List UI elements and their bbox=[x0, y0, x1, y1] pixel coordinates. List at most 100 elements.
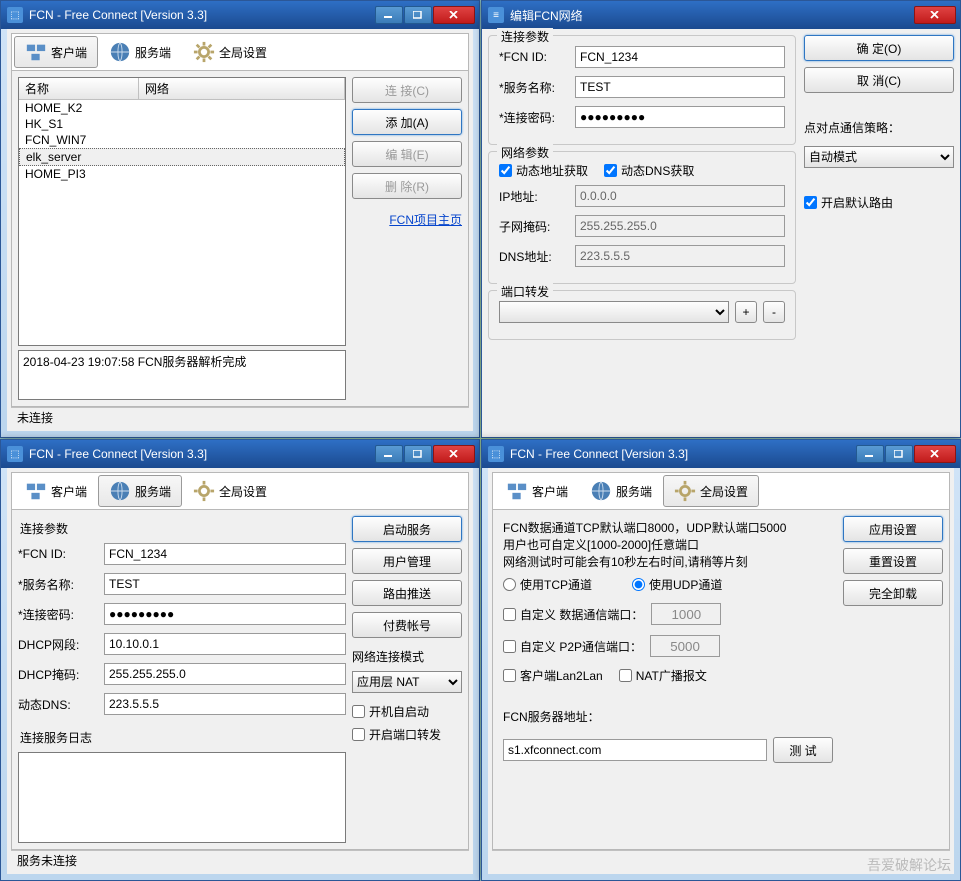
fcn-id-input[interactable] bbox=[575, 46, 785, 68]
maximize-button[interactable] bbox=[404, 445, 432, 463]
client-window: ⬚ FCN - Free Connect [Version 3.3] 客户端 服… bbox=[0, 0, 480, 438]
close-button[interactable] bbox=[914, 6, 956, 24]
user-mgmt-button[interactable]: 用户管理 bbox=[352, 548, 462, 574]
tcp-radio[interactable]: 使用TCP通道 bbox=[503, 576, 592, 593]
server-addr-input[interactable] bbox=[503, 739, 767, 761]
apply-button[interactable]: 应用设置 bbox=[843, 516, 943, 542]
globe-icon bbox=[109, 480, 131, 502]
minimize-button[interactable] bbox=[375, 445, 403, 463]
gear-icon bbox=[674, 480, 696, 502]
ip-input bbox=[575, 185, 785, 207]
tab-strip: 客户端 服务端 全局设置 bbox=[11, 472, 469, 510]
tab-settings[interactable]: 全局设置 bbox=[182, 475, 278, 507]
project-link[interactable]: FCN项目主页 bbox=[389, 213, 462, 227]
titlebar[interactable]: ≡ 编辑FCN网络 bbox=[482, 1, 960, 29]
connect-button[interactable]: 连 接(C) bbox=[352, 77, 462, 103]
dyn-addr-checkbox[interactable]: 动态地址获取 bbox=[499, 162, 588, 179]
dhcp-mask-label: DHCP掩码: bbox=[18, 666, 98, 683]
conn-mode-select[interactable]: 应用层 NAT bbox=[352, 671, 462, 693]
dhcp-mask-input[interactable] bbox=[104, 663, 346, 685]
col-network-header[interactable]: 网络 bbox=[139, 78, 345, 99]
mask-label: 子网掩码: bbox=[499, 218, 569, 235]
dhcp-net-input[interactable] bbox=[104, 633, 346, 655]
test-button[interactable]: 测 试 bbox=[773, 737, 833, 763]
tab-server[interactable]: 服务端 bbox=[579, 475, 663, 507]
gear-icon bbox=[193, 41, 215, 63]
fcn-id-input[interactable] bbox=[104, 543, 346, 565]
minimize-button[interactable] bbox=[856, 445, 884, 463]
list-item[interactable]: HOME_K2 bbox=[19, 100, 345, 116]
tab-client[interactable]: 客户端 bbox=[495, 475, 579, 507]
globe-icon bbox=[590, 480, 612, 502]
portfwd-checkbox[interactable]: 开启端口转发 bbox=[352, 726, 462, 743]
tab-settings[interactable]: 全局设置 bbox=[663, 475, 759, 507]
remove-port-button[interactable]: - bbox=[763, 301, 785, 323]
server-addr-label: FCN服务器地址： bbox=[503, 708, 837, 725]
lan2lan-checkbox[interactable]: 客户端Lan2Lan bbox=[503, 667, 603, 684]
edit-dialog: ≡ 编辑FCN网络 连接参数 *FCN ID: *服务名称: *连接密码: 网络… bbox=[481, 0, 961, 438]
client-icon bbox=[506, 480, 528, 502]
list-item[interactable]: HOME_PI3 bbox=[19, 166, 345, 182]
dns-input bbox=[575, 245, 785, 267]
list-item[interactable]: HK_S1 bbox=[19, 116, 345, 132]
list-item[interactable]: FCN_WIN7 bbox=[19, 132, 345, 148]
p2p-strategy-label: 点对点通信策略： bbox=[804, 119, 954, 136]
col-name-header[interactable]: 名称 bbox=[19, 78, 139, 99]
port-forward-combo[interactable] bbox=[499, 301, 729, 323]
custom-data-checkbox[interactable]: 自定义 数据通信端口： bbox=[503, 606, 643, 623]
close-button[interactable] bbox=[433, 6, 475, 24]
tab-settings[interactable]: 全局设置 bbox=[182, 36, 278, 68]
group-title: 连接参数 bbox=[497, 28, 553, 45]
service-name-input[interactable] bbox=[575, 76, 785, 98]
default-route-checkbox[interactable]: 开启默认路由 bbox=[804, 194, 954, 211]
service-name-label: *服务名称: bbox=[499, 79, 569, 96]
tab-client[interactable]: 客户端 bbox=[14, 36, 98, 68]
close-button[interactable] bbox=[433, 445, 475, 463]
port-forward-group: 端口转发 + - bbox=[488, 290, 796, 340]
custom-p2p-checkbox[interactable]: 自定义 P2P通信端口： bbox=[503, 638, 642, 655]
tab-server[interactable]: 服务端 bbox=[98, 36, 182, 68]
tab-strip: 客户端 服务端 全局设置 bbox=[492, 472, 950, 510]
start-service-button[interactable]: 启动服务 bbox=[352, 516, 462, 542]
network-params-group: 网络参数 动态地址获取 动态DNS获取 IP地址: 子网掩码: DNS地址: bbox=[488, 151, 796, 284]
titlebar[interactable]: ⬚ FCN - Free Connect [Version 3.3] bbox=[482, 440, 960, 468]
autostart-checkbox[interactable]: 开机自启动 bbox=[352, 703, 462, 720]
edit-button[interactable]: 编 辑(E) bbox=[352, 141, 462, 167]
minimize-button[interactable] bbox=[375, 6, 403, 24]
globe-icon bbox=[109, 41, 131, 63]
pay-account-button[interactable]: 付费帐号 bbox=[352, 612, 462, 638]
add-port-button[interactable]: + bbox=[735, 301, 757, 323]
dyn-dns-input[interactable] bbox=[104, 693, 346, 715]
udp-radio[interactable]: 使用UDP通道 bbox=[632, 576, 722, 593]
gear-icon bbox=[193, 480, 215, 502]
cancel-button[interactable]: 取 消(C) bbox=[804, 67, 954, 93]
status-bar bbox=[492, 850, 950, 870]
maximize-button[interactable] bbox=[404, 6, 432, 24]
tab-client[interactable]: 客户端 bbox=[14, 475, 98, 507]
tab-server[interactable]: 服务端 bbox=[98, 475, 182, 507]
info-line: 用户也可自定义[1000-2000]任意端口 bbox=[503, 537, 833, 554]
group-title: 端口转发 bbox=[497, 283, 553, 300]
service-name-input[interactable] bbox=[104, 573, 346, 595]
list-item[interactable]: elk_server bbox=[19, 148, 345, 166]
connection-list[interactable]: 名称 网络 HOME_K2 HK_S1 FCN_WIN7 elk_server … bbox=[18, 77, 346, 346]
close-button[interactable] bbox=[914, 445, 956, 463]
p2p-mode-select[interactable]: 自动模式 bbox=[804, 146, 954, 168]
channel-group: FCN数据通道TCP默认端口8000，UDP默认端口5000 用户也可自定义[1… bbox=[499, 516, 837, 694]
uninstall-button[interactable]: 完全卸载 bbox=[843, 580, 943, 606]
titlebar[interactable]: ⬚ FCN - Free Connect [Version 3.3] bbox=[1, 1, 479, 29]
conn-pwd-input[interactable] bbox=[104, 603, 346, 625]
add-button[interactable]: 添 加(A) bbox=[352, 109, 462, 135]
titlebar[interactable]: ⬚ FCN - Free Connect [Version 3.3] bbox=[1, 440, 479, 468]
client-icon bbox=[25, 480, 47, 502]
reset-button[interactable]: 重置设置 bbox=[843, 548, 943, 574]
route-push-button[interactable]: 路由推送 bbox=[352, 580, 462, 606]
maximize-button[interactable] bbox=[885, 445, 913, 463]
delete-button[interactable]: 删 除(R) bbox=[352, 173, 462, 199]
ip-label: IP地址: bbox=[499, 188, 569, 205]
dyn-dns-checkbox[interactable]: 动态DNS获取 bbox=[604, 162, 694, 179]
ok-button[interactable]: 确 定(O) bbox=[804, 35, 954, 61]
nat-bcast-checkbox[interactable]: NAT广播报文 bbox=[619, 667, 707, 684]
conn-pwd-input[interactable] bbox=[575, 106, 785, 128]
app-icon: ⬚ bbox=[7, 7, 23, 23]
